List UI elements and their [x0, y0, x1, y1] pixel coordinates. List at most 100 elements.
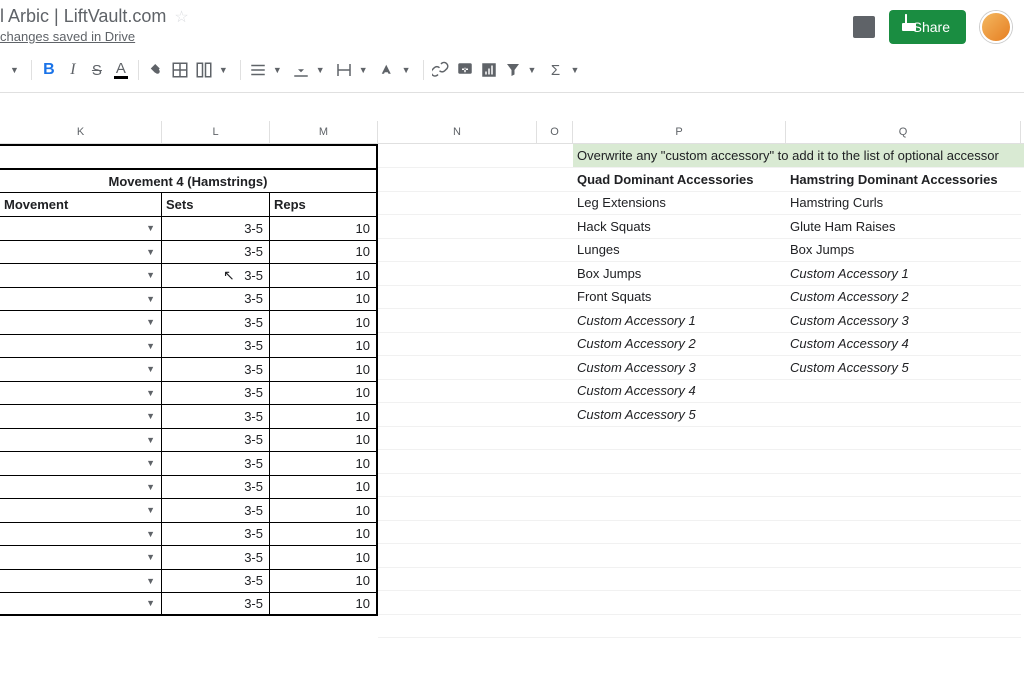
movement-dropdown[interactable]: ▼	[0, 593, 162, 614]
empty-cell[interactable]	[786, 474, 1021, 498]
quad-accessory-cell[interactable]: Custom Accessory 4	[573, 380, 786, 404]
reps-cell[interactable]: 10	[270, 288, 378, 311]
empty-cell[interactable]	[786, 591, 1021, 615]
column-header-n[interactable]: N	[378, 121, 537, 143]
reps-cell[interactable]: 10	[270, 241, 378, 264]
ham-accessory-cell[interactable]	[786, 403, 1021, 427]
reps-cell[interactable]: 10	[270, 499, 378, 522]
header-movement[interactable]: Movement	[0, 193, 162, 216]
empty-cell[interactable]	[573, 497, 786, 521]
sets-cell[interactable]: 3-5	[162, 311, 270, 334]
movement-dropdown[interactable]: ▼	[0, 264, 162, 287]
empty-cell[interactable]	[573, 474, 786, 498]
movement-dropdown[interactable]: ▼	[0, 358, 162, 381]
reps-cell[interactable]: 10	[270, 335, 378, 358]
sets-cell[interactable]: 3-5	[162, 405, 270, 428]
comment-icon[interactable]	[853, 16, 875, 38]
quad-accessory-cell[interactable]: Custom Accessory 3	[573, 356, 786, 380]
empty-cell[interactable]	[573, 521, 786, 545]
ham-accessory-cell[interactable]: Hamstring Curls	[786, 192, 1021, 216]
reps-cell[interactable]: 10	[270, 405, 378, 428]
star-icon[interactable]: ☆	[174, 7, 188, 27]
ham-accessory-cell[interactable]: Custom Accessory 4	[786, 333, 1021, 357]
sets-cell[interactable]: 3-5	[162, 523, 270, 546]
movement-dropdown[interactable]: ▼	[0, 452, 162, 475]
empty-cell[interactable]	[786, 521, 1021, 545]
merge-cells-button[interactable]	[193, 58, 215, 82]
strikethrough-button[interactable]: S	[86, 58, 108, 82]
reps-cell[interactable]: 10	[270, 358, 378, 381]
ham-accessory-cell[interactable]: Custom Accessory 5	[786, 356, 1021, 380]
reps-cell[interactable]: 10	[270, 429, 378, 452]
empty-cell[interactable]	[786, 568, 1021, 592]
reps-cell[interactable]: 10	[270, 452, 378, 475]
reps-cell[interactable]: 10	[270, 217, 378, 240]
header-sets[interactable]: Sets	[162, 193, 270, 216]
text-color-button[interactable]: A	[110, 58, 132, 82]
sets-cell[interactable]: 3-5	[162, 382, 270, 405]
sets-cell[interactable]: 3-5	[162, 546, 270, 569]
quad-accessory-cell[interactable]: Custom Accessory 1	[573, 309, 786, 333]
insert-chart-button[interactable]	[478, 58, 500, 82]
column-header-l[interactable]: L	[162, 121, 270, 143]
more-dropdown[interactable]: ▼	[8, 58, 25, 82]
text-rotation-button[interactable]	[376, 58, 398, 82]
empty-cell[interactable]	[573, 615, 786, 639]
ham-accessory-cell[interactable]: Custom Accessory 3	[786, 309, 1021, 333]
movement-dropdown[interactable]: ▼	[0, 476, 162, 499]
empty-cell[interactable]	[573, 450, 786, 474]
share-button[interactable]: Share	[889, 10, 966, 44]
movement-dropdown[interactable]: ▼	[0, 311, 162, 334]
movement-dropdown[interactable]: ▼	[0, 546, 162, 569]
movement-dropdown[interactable]: ▼	[0, 405, 162, 428]
header-reps[interactable]: Reps	[270, 193, 378, 216]
empty-cell[interactable]	[786, 615, 1021, 639]
borders-button[interactable]	[169, 58, 191, 82]
sets-cell[interactable]: 3-5	[162, 499, 270, 522]
valign-dropdown[interactable]: ▼	[314, 58, 331, 82]
ham-accessory-cell[interactable]	[786, 380, 1021, 404]
movement-dropdown[interactable]: ▼	[0, 288, 162, 311]
column-header-o[interactable]: O	[537, 121, 573, 143]
rotation-dropdown[interactable]: ▼	[400, 58, 417, 82]
info-banner[interactable]: Overwrite any "custom accessory" to add …	[573, 144, 1024, 168]
movement-dropdown[interactable]: ▼	[0, 382, 162, 405]
movement-dropdown[interactable]: ▼	[0, 335, 162, 358]
text-wrap-button[interactable]	[333, 58, 355, 82]
quad-accessory-cell[interactable]: Leg Extensions	[573, 192, 786, 216]
empty-cell[interactable]	[786, 450, 1021, 474]
italic-button[interactable]: I	[62, 58, 84, 82]
empty-cell[interactable]	[786, 427, 1021, 451]
filter-button[interactable]	[502, 58, 524, 82]
sets-cell[interactable]: 3-5	[162, 288, 270, 311]
empty-cell[interactable]	[573, 544, 786, 568]
empty-cell[interactable]	[786, 544, 1021, 568]
functions-button[interactable]: Σ	[544, 58, 566, 82]
user-avatar[interactable]	[980, 11, 1012, 43]
reps-cell[interactable]: 10	[270, 382, 378, 405]
column-header-k[interactable]: K	[0, 121, 162, 143]
ham-accessory-cell[interactable]: Custom Accessory 1	[786, 262, 1021, 286]
quad-accessory-cell[interactable]: Hack Squats	[573, 215, 786, 239]
sets-cell[interactable]: 3-5	[162, 429, 270, 452]
reps-cell[interactable]: 10	[270, 264, 378, 287]
column-header-q[interactable]: Q	[786, 121, 1021, 143]
movement-dropdown[interactable]: ▼	[0, 217, 162, 240]
empty-cell[interactable]	[573, 568, 786, 592]
reps-cell[interactable]: 10	[270, 311, 378, 334]
reps-cell[interactable]: 10	[270, 546, 378, 569]
ham-accessory-cell[interactable]: Box Jumps	[786, 239, 1021, 263]
halign-dropdown[interactable]: ▼	[271, 58, 288, 82]
ham-accessory-cell[interactable]: Custom Accessory 2	[786, 286, 1021, 310]
insert-link-button[interactable]	[430, 58, 452, 82]
sets-cell[interactable]: 3-5	[162, 593, 270, 614]
filter-dropdown[interactable]: ▼	[526, 58, 543, 82]
reps-cell[interactable]: 10	[270, 476, 378, 499]
quad-accessory-cell[interactable]: Custom Accessory 5	[573, 403, 786, 427]
quad-accessory-cell[interactable]: Lunges	[573, 239, 786, 263]
empty-cell[interactable]	[573, 591, 786, 615]
wrap-dropdown[interactable]: ▼	[357, 58, 374, 82]
movement-dropdown[interactable]: ▼	[0, 523, 162, 546]
horizontal-align-button[interactable]	[247, 58, 269, 82]
section-title[interactable]: Movement 4 (Hamstrings)	[0, 168, 378, 192]
